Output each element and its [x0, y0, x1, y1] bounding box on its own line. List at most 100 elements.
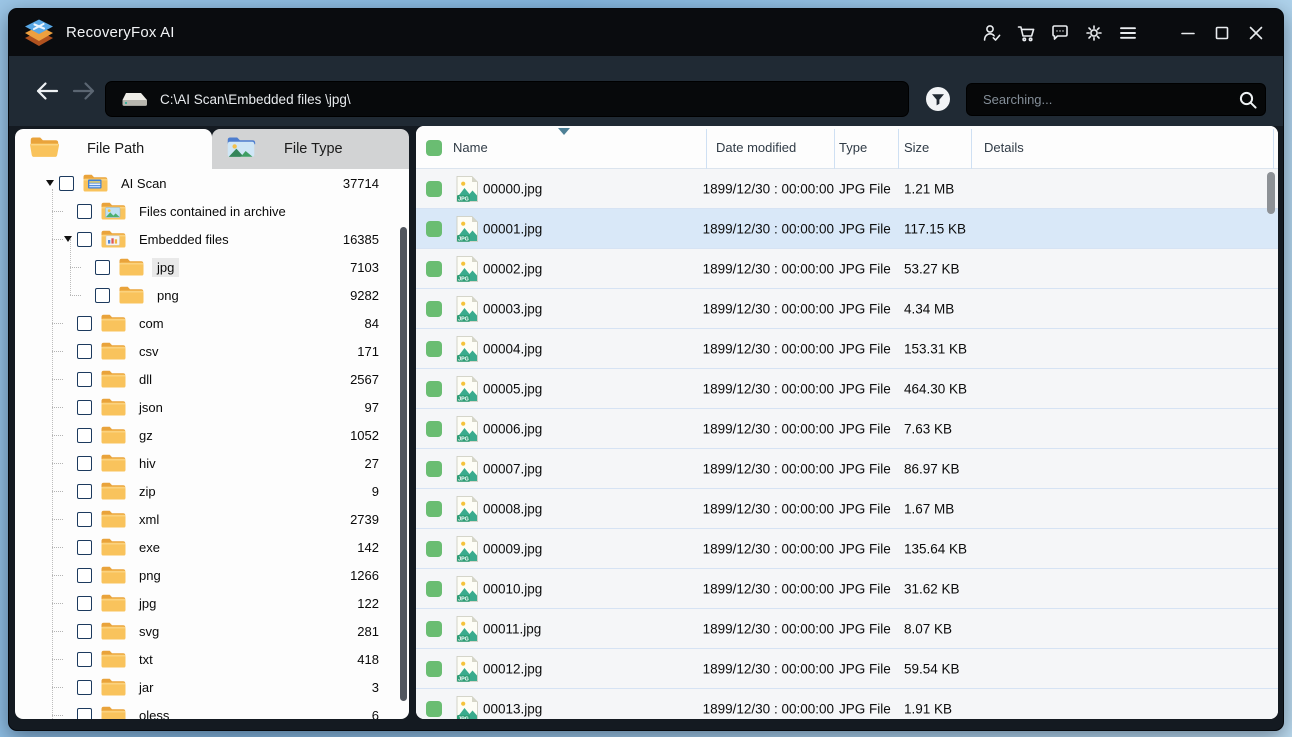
tree-checkbox[interactable]: [77, 427, 92, 443]
tab-file-path[interactable]: File Path: [15, 129, 212, 169]
file-row-00000.jpg[interactable]: JPG 00000.jpg 1899/12/30 : 00:00:00 JPG Fil…: [416, 169, 1278, 209]
row-checkbox[interactable]: [426, 700, 442, 717]
tree-checkbox[interactable]: [95, 259, 110, 275]
filter-button[interactable]: [925, 86, 951, 112]
file-row-00002.jpg[interactable]: JPG 00002.jpg 1899/12/30 : 00:00:00 JPG Fil…: [416, 249, 1278, 289]
tab-file-type[interactable]: File Type: [212, 129, 409, 169]
tree-item-json[interactable]: json 97: [15, 393, 409, 421]
row-checkbox[interactable]: [426, 260, 442, 277]
tree-checkbox[interactable]: [77, 595, 92, 611]
file-date-modified: 1899/12/30 : 00:00:00: [702, 341, 834, 356]
file-type: JPG File: [839, 221, 891, 236]
table-scrollbar[interactable]: [1267, 172, 1275, 214]
tree-item-svg[interactable]: svg 281: [15, 617, 409, 645]
menu-button[interactable]: [1111, 16, 1145, 50]
row-checkbox[interactable]: [426, 380, 442, 397]
file-row-00001.jpg[interactable]: JPG 00001.jpg 1899/12/30 : 00:00:00 JPG Fil…: [416, 209, 1278, 249]
row-checkbox[interactable]: [426, 180, 442, 197]
column-header-details[interactable]: Details: [984, 140, 1024, 155]
row-checkbox[interactable]: [426, 660, 442, 677]
folder-icon: [118, 257, 144, 277]
row-checkbox[interactable]: [426, 620, 442, 637]
tree-checkbox[interactable]: [77, 539, 92, 555]
tree-checkbox[interactable]: [77, 567, 92, 583]
tree-item-oless[interactable]: oless 6: [15, 701, 409, 719]
tree-item-jar[interactable]: jar 3: [15, 673, 409, 701]
tree-checkbox[interactable]: [95, 287, 110, 303]
tree-item-png[interactable]: png 1266: [15, 561, 409, 589]
expander-icon[interactable]: [45, 176, 59, 190]
tree-item-ai-scan[interactable]: AI Scan 37714: [15, 169, 409, 197]
tree-checkbox[interactable]: [77, 623, 92, 639]
tree-checkbox[interactable]: [77, 679, 92, 695]
tree-item-exe[interactable]: exe 142: [15, 533, 409, 561]
file-date-modified: 1899/12/30 : 00:00:00: [702, 421, 834, 436]
tree-checkbox[interactable]: [77, 651, 92, 667]
tree-item-png[interactable]: png 9282: [15, 281, 409, 309]
tree-checkbox[interactable]: [77, 315, 92, 331]
tree-item-gz[interactable]: gz 1052: [15, 421, 409, 449]
close-button[interactable]: [1239, 16, 1273, 50]
file-row-00011.jpg[interactable]: JPG 00011.jpg 1899/12/30 : 00:00:00 JPG Fil…: [416, 609, 1278, 649]
row-checkbox[interactable]: [426, 220, 442, 237]
tree-checkbox[interactable]: [77, 483, 92, 499]
row-checkbox[interactable]: [426, 460, 442, 477]
tree-checkbox[interactable]: [77, 203, 92, 219]
search-input[interactable]: [967, 92, 1233, 107]
path-field[interactable]: C:\AI Scan\Embedded files \jpg\: [105, 81, 909, 117]
store-button[interactable]: [1009, 16, 1043, 50]
tree-item-dll[interactable]: dll 2567: [15, 365, 409, 393]
file-row-00004.jpg[interactable]: JPG 00004.jpg 1899/12/30 : 00:00:00 JPG Fil…: [416, 329, 1278, 369]
file-row-00009.jpg[interactable]: JPG 00009.jpg 1899/12/30 : 00:00:00 JPG Fil…: [416, 529, 1278, 569]
file-row-00003.jpg[interactable]: JPG 00003.jpg 1899/12/30 : 00:00:00 JPG Fil…: [416, 289, 1278, 329]
back-button[interactable]: [34, 78, 60, 104]
tree-checkbox[interactable]: [77, 511, 92, 527]
column-header-size[interactable]: Size: [904, 140, 929, 155]
search-button[interactable]: [1233, 86, 1263, 113]
file-row-00006.jpg[interactable]: JPG 00006.jpg 1899/12/30 : 00:00:00 JPG Fil…: [416, 409, 1278, 449]
file-row-00005.jpg[interactable]: JPG 00005.jpg 1899/12/30 : 00:00:00 JPG Fil…: [416, 369, 1278, 409]
file-row-00012.jpg[interactable]: JPG 00012.jpg 1899/12/30 : 00:00:00 JPG Fil…: [416, 649, 1278, 689]
column-header-date-modified[interactable]: Date modified: [716, 140, 796, 155]
tree-item-xml[interactable]: xml 2739: [15, 505, 409, 533]
minimize-button[interactable]: [1171, 16, 1205, 50]
sort-descending-icon[interactable]: [558, 128, 570, 135]
tree-item-zip[interactable]: zip 9: [15, 477, 409, 505]
tree-checkbox[interactable]: [77, 231, 92, 247]
column-header-type[interactable]: Type: [839, 140, 867, 155]
tree-item-csv[interactable]: csv 171: [15, 337, 409, 365]
row-checkbox[interactable]: [426, 500, 442, 517]
row-checkbox[interactable]: [426, 420, 442, 437]
row-checkbox[interactable]: [426, 580, 442, 597]
sidebar-scrollbar[interactable]: [400, 227, 407, 701]
settings-button[interactable]: [1077, 16, 1111, 50]
maximize-button[interactable]: [1205, 16, 1239, 50]
feedback-button[interactable]: [1043, 16, 1077, 50]
tree-item-jpg[interactable]: jpg 122: [15, 589, 409, 617]
tree-checkbox[interactable]: [77, 399, 92, 415]
tree-checkbox[interactable]: [77, 455, 92, 471]
account-button[interactable]: [975, 16, 1009, 50]
tree-item-com[interactable]: com 84: [15, 309, 409, 337]
column-header-name[interactable]: Name: [453, 140, 488, 155]
forward-button[interactable]: [71, 78, 97, 104]
row-checkbox[interactable]: [426, 340, 442, 357]
tree-checkbox[interactable]: [59, 175, 74, 191]
file-row-00013.jpg[interactable]: JPG 00013.jpg 1899/12/30 : 00:00:00 JPG Fil…: [416, 689, 1278, 719]
tree-item-hiv[interactable]: hiv 27: [15, 449, 409, 477]
file-row-00007.jpg[interactable]: JPG 00007.jpg 1899/12/30 : 00:00:00 JPG Fil…: [416, 449, 1278, 489]
tree-checkbox[interactable]: [77, 371, 92, 387]
select-all-checkbox[interactable]: [426, 140, 442, 156]
tree-item-jpg[interactable]: jpg 7103: [15, 253, 409, 281]
tree-connector-line: [52, 547, 63, 548]
file-row-00008.jpg[interactable]: JPG 00008.jpg 1899/12/30 : 00:00:00 JPG Fil…: [416, 489, 1278, 529]
tree-item-files-contained-in-archive[interactable]: Files contained in archive: [15, 197, 409, 225]
file-row-00010.jpg[interactable]: JPG 00010.jpg 1899/12/30 : 00:00:00 JPG Fil…: [416, 569, 1278, 609]
tree-item-embedded-files[interactable]: Embedded files 16385: [15, 225, 409, 253]
tree-checkbox[interactable]: [77, 707, 92, 719]
row-checkbox[interactable]: [426, 540, 442, 557]
row-checkbox[interactable]: [426, 300, 442, 317]
tree-checkbox[interactable]: [77, 343, 92, 359]
file-type: JPG File: [839, 341, 891, 356]
tree-item-txt[interactable]: txt 418: [15, 645, 409, 673]
